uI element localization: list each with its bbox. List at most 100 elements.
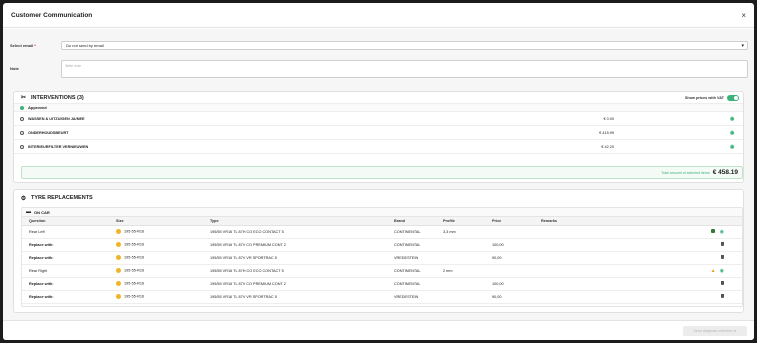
tyre-profile: 2 mm [443,268,453,273]
tyre-header: ⚙ TYRE REPLACEMENTS [14,190,743,206]
tyre-type: 195/55 VR16 TL 87H CO ECO CONTACT 5 [210,229,284,234]
tyre-icon: ⚙ [20,195,27,202]
tyre-replacements-card: ⚙ TYRE REPLACEMENTS ▬ ON CAR Question Si… [13,189,744,313]
trash-icon[interactable] [721,294,724,298]
vat-label: Show prices with VAT [684,95,724,100]
approved-icon [20,105,24,110]
intervention-price: € 0.00 [603,116,614,121]
modal-footer: Send diagnose overview ➤ [3,320,754,340]
car-icon: ▬ [26,209,31,215]
tyre-type: 195/55 VR16 TL 87H CO ECO CONTACT 5 [210,268,284,273]
warning-icon[interactable]: ▲ [711,268,716,274]
tyre-size-icon [116,294,121,299]
send-diagnose-button[interactable]: Send diagnose overview ➤ [683,326,747,336]
tyre-question: Replace with: [29,255,54,260]
select-email-dropdown[interactable]: Do not send by email ▾ [61,41,748,50]
tyre-question: Rear Left [29,229,45,234]
intervention-row: WASSEN & UITZUIGEN JA/NEE € 0.00 ◉ [14,112,743,126]
intervention-price: € 415.99 [599,130,614,135]
tyre-size-icon [116,242,121,247]
interventions-card: ✂ INTERVENTIONS (3) Show prices with VAT… [13,91,744,183]
tyre-row: Rear Right 195-55-R16 195/55 VR16 TL 87H C… [22,264,742,278]
close-icon[interactable]: × [741,11,746,20]
tyre-brand: CONTINENTAL [394,229,421,234]
chevron-down-icon: ▾ [741,42,744,49]
tyre-question: Replace with: [29,281,54,286]
column-header: Price [492,217,541,226]
note-label: Note [10,66,19,71]
column-header: Remarks [541,217,702,226]
expand-icon[interactable] [20,130,24,135]
intervention-row: ONDERHOUDSBEURT € 415.99 ◉ [14,126,743,140]
comment-icon[interactable] [710,228,715,233]
column-header: Size [116,217,210,226]
note-textarea[interactable]: Write note [61,60,748,78]
tyre-row: Replace with: 195-55-R16 195/55 VR16 TL 87… [22,238,742,252]
column-header: Type [210,217,394,226]
interventions-header: ✂ INTERVENTIONS (3) Show prices with VAT [14,92,743,103]
vat-toggle[interactable] [727,94,739,101]
vat-toggle-group: Show prices with VAT [684,94,739,101]
tyre-table: Question Size Type Brand Profile Price R… [22,217,742,304]
column-header: Profile [443,217,492,226]
interventions-title: INTERVENTIONS (3) [31,94,84,101]
tyre-question: Replace with: [29,294,54,299]
on-car-header: ▬ ON CAR [22,208,742,217]
tyre-brand: CONTINENTAL [394,281,421,286]
tyre-size-icon [116,281,121,286]
trash-icon[interactable] [721,242,724,246]
tyre-row: Replace with: 195-55-R16 195/55 VR16 TL 87… [22,277,742,291]
column-header: Question [22,217,116,226]
trash-icon[interactable] [721,281,724,285]
intervention-name: WASSEN & UITZUIGEN JA/NEE [28,116,85,121]
on-car-section: ▬ ON CAR Question Size Type Brand Profil… [21,207,743,307]
tyre-row: Rear Left 195-55-R16 195/55 VR16 TL 87H CO… [22,225,742,239]
approved-header: Approved [14,103,743,112]
tyre-price: 100,00 [492,281,504,286]
total-label: Total amount of selected items [661,170,710,175]
eye-icon[interactable]: ◉ [730,116,734,122]
send-icon: ➤ [733,329,737,333]
tyre-row: Replace with: 195-55-R16 195/55 VR16 TL 87… [22,251,742,265]
expand-icon[interactable] [20,144,24,149]
total-box: Total amount of selected items € 458.19 [21,166,743,179]
total-value: € 458.19 [712,169,738,176]
select-email-label: Select email * [10,43,36,48]
tyre-brand: VREDESTEIN [394,294,419,299]
intervention-price: € 42.20 [601,144,614,149]
tyre-price: 90,00 [492,294,502,299]
intervention-row: INTERIEURFILTER VERNIEUWEN € 42.20 ◉ [14,140,743,154]
tyre-brand: VREDESTEIN [394,255,419,260]
intervention-name: ONDERHOUDSBEURT [28,130,69,135]
tyre-size-icon [116,268,121,273]
tyre-price: 100,00 [492,242,504,247]
customer-communication-modal: Customer Communication × Select email * … [3,3,754,340]
select-email-value: Do not send by email [66,43,104,48]
tools-icon: ✂ [20,95,27,101]
eye-icon[interactable]: ◉ [720,268,724,274]
eye-icon[interactable]: ◉ [730,144,734,150]
tyre-question: Replace with: [29,242,54,247]
tyre-type: 195/55 VR16 TL 87V VR SPORTRAC 5 [210,255,277,260]
table-header-row: Question Size Type Brand Profile Price R… [22,217,742,226]
tyre-title: TYRE REPLACEMENTS [31,195,93,201]
tyre-type: 195/55 VR16 TL 87V VR SPORTRAC 5 [210,294,277,299]
expand-icon[interactable] [20,116,24,121]
tyre-row: Replace with: 195-55-R16 195/55 VR16 TL 87… [22,290,742,304]
eye-icon[interactable]: ◉ [720,229,724,235]
approved-label: Approved [28,105,47,110]
tyre-size: 195-55-R16 [124,281,145,286]
tyre-type: 195/55 VR16 TL 87V CO PREMIUM CONT 2 [210,281,286,286]
tyre-size: 195-55-R16 [124,268,145,273]
modal-header: Customer Communication × [3,3,754,28]
column-header: Brand [394,217,443,226]
eye-icon[interactable]: ◉ [730,130,734,136]
tyre-size: 195-55-R16 [124,229,145,234]
tyre-brand: CONTINENTAL [394,242,421,247]
modal-title: Customer Communication [11,11,93,19]
on-car-label: ON CAR [34,209,50,215]
tyre-size-icon [116,229,121,234]
modal-body: Select email * Do not send by email ▾ No… [3,29,754,320]
trash-icon[interactable] [721,255,724,259]
intervention-name: INTERIEURFILTER VERNIEUWEN [28,144,89,149]
